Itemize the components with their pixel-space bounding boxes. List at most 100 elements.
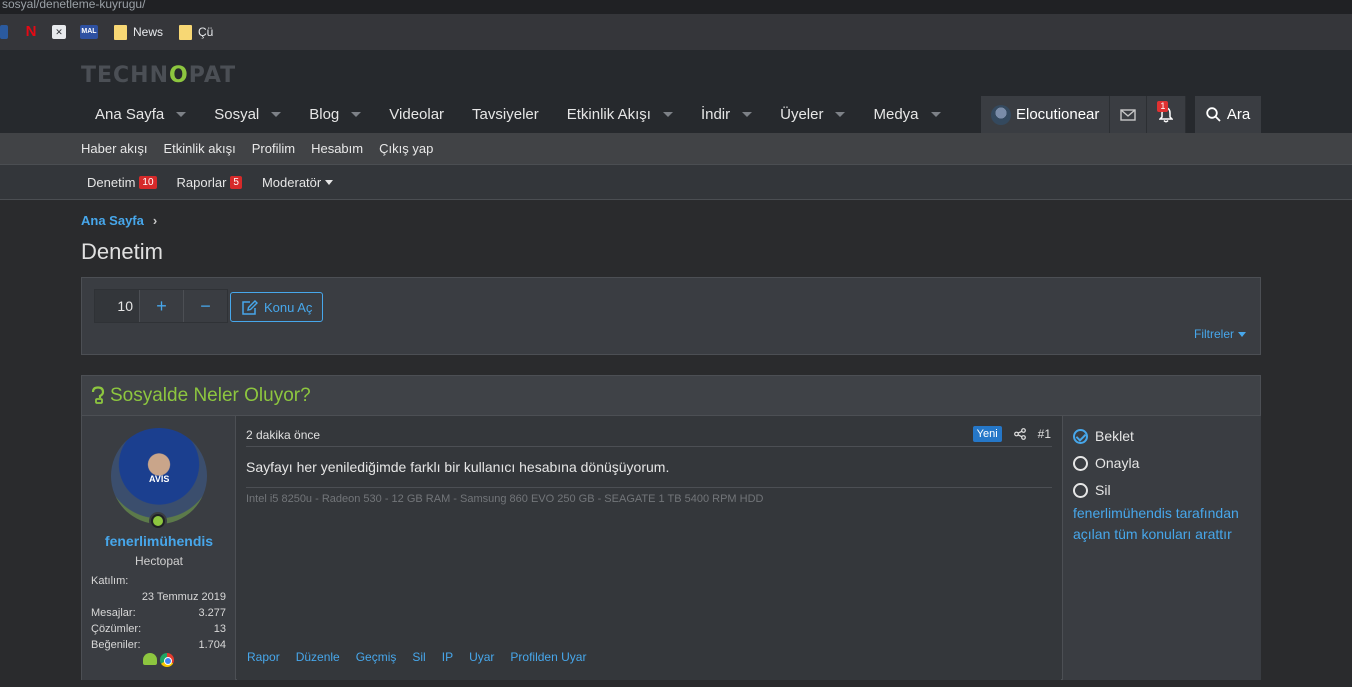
caret-down-icon[interactable] xyxy=(742,112,753,117)
moderation-panel: Beklet Onayla Sil fenerlimühendis tarafı… xyxy=(1062,416,1261,680)
avatar xyxy=(991,104,1011,125)
post-date[interactable]: 2 dakika önce xyxy=(246,428,320,442)
breadcrumb-home[interactable]: Ana Sayfa xyxy=(81,213,144,228)
inbox-button[interactable] xyxy=(1110,96,1148,133)
nav-blog[interactable]: Blog xyxy=(295,96,375,133)
nav-tavsiyeler[interactable]: Tavsiyeler xyxy=(458,96,553,133)
mod-raporlar[interactable]: Raporlar 5 xyxy=(177,175,242,190)
filters-toggle[interactable]: Filtreler xyxy=(1194,327,1246,341)
alerts-button[interactable]: 1 xyxy=(1147,96,1187,133)
chevron-right-icon: › xyxy=(152,213,158,228)
count-badge: 10 xyxy=(139,175,157,189)
post-main: 2 dakika önce Yeni #1 Sayfayı her yenile… xyxy=(237,416,1061,680)
stat-label: Beğeniler: xyxy=(91,639,141,651)
divider xyxy=(246,446,1052,447)
new-thread-button[interactable]: Konu Aç xyxy=(230,292,324,322)
folder-icon xyxy=(179,24,193,40)
post-username[interactable]: fenerlimühendis xyxy=(82,533,236,549)
action-uyar[interactable]: Uyar xyxy=(469,650,494,664)
divider xyxy=(246,487,1052,488)
subnav-cikis-yap[interactable]: Çıkış yap xyxy=(379,141,433,156)
action-gecmis[interactable]: Geçmiş xyxy=(356,650,397,664)
caret-down-icon[interactable] xyxy=(930,112,941,117)
radio-sil[interactable]: Sil xyxy=(1073,482,1111,498)
nav-medya[interactable]: Medya xyxy=(859,96,954,133)
user-box: Elocutionear 1 xyxy=(981,96,1187,133)
nav-sosyal[interactable]: Sosyal xyxy=(200,96,295,133)
bookmarks-bar: N ✕ MAL News Çü xyxy=(0,14,1352,50)
caret-down-icon[interactable] xyxy=(835,112,846,117)
nav-etkinlik-akisi[interactable]: Etkinlik Akışı xyxy=(553,96,687,133)
search-icon xyxy=(1206,107,1221,122)
bookmark-cu[interactable]: Çü xyxy=(179,24,213,40)
mod-moderator[interactable]: Moderatör xyxy=(262,175,334,190)
main-nav: Ana Sayfa Sosyal Blog Videolar Tavsiyele… xyxy=(81,96,955,133)
bookmark-mal[interactable]: MAL xyxy=(80,25,98,39)
caret-down-icon[interactable] xyxy=(176,112,187,117)
mod-denetim[interactable]: Denetim 10 xyxy=(87,175,157,190)
address-bar[interactable]: sosyal/denetleme-kuyrugu/ xyxy=(0,0,1352,14)
question-icon xyxy=(91,386,105,404)
share-icon[interactable] xyxy=(1013,428,1026,440)
caret-down-icon[interactable] xyxy=(662,112,673,117)
app-icon xyxy=(0,25,8,39)
action-rapor[interactable]: Rapor xyxy=(247,650,280,664)
devices xyxy=(143,653,174,667)
netflix-icon: N xyxy=(25,23,37,40)
chrome-icon xyxy=(160,653,174,667)
action-sil[interactable]: Sil xyxy=(412,650,425,664)
subnav-profilim[interactable]: Profilim xyxy=(252,141,295,156)
nav-uyeler[interactable]: Üyeler xyxy=(766,96,859,133)
new-thread-label: Konu Aç xyxy=(264,299,313,315)
nav-ana-sayfa[interactable]: Ana Sayfa xyxy=(81,96,200,133)
thread-header: Sosyalde Neler Oluyor? xyxy=(82,376,1260,416)
online-status-icon xyxy=(149,512,167,530)
signature: Intel i5 8250u - Radeon 530 - 12 GB RAM … xyxy=(246,493,764,505)
user-menu[interactable]: Elocutionear xyxy=(981,96,1111,133)
logo-text: PAT xyxy=(188,63,237,88)
caret-down-icon xyxy=(1238,331,1246,337)
caret-down-icon[interactable] xyxy=(351,112,362,117)
folder-icon xyxy=(114,24,127,40)
action-ip[interactable]: IP xyxy=(442,650,453,664)
breadcrumb: Ana Sayfa › xyxy=(81,213,157,228)
bookmark-app[interactable]: ✕ xyxy=(52,25,66,39)
moderator-bar: Denetim 10 Raporlar 5 Moderatör xyxy=(0,164,1352,200)
radio-icon[interactable] xyxy=(1073,482,1088,498)
subnav-hesabim[interactable]: Hesabım xyxy=(311,141,363,156)
post-number[interactable]: #1 xyxy=(1038,427,1051,441)
logo-power-icon: O xyxy=(169,63,189,88)
bookmark-news[interactable]: News xyxy=(114,24,164,40)
radio-onayla[interactable]: Onayla xyxy=(1073,455,1139,471)
caret-down-icon xyxy=(325,179,334,185)
avatar[interactable]: AVIS xyxy=(111,428,207,524)
radio-checked-icon[interactable] xyxy=(1073,428,1088,444)
stepper-value[interactable]: 10 xyxy=(95,290,139,322)
stepper-minus-button[interactable]: − xyxy=(183,290,227,322)
bookmark-1[interactable] xyxy=(0,25,8,39)
stat-value: 23 Temmuz 2019 xyxy=(141,591,226,603)
search-button[interactable]: Ara xyxy=(1195,96,1261,133)
bookmark-label: News xyxy=(133,25,164,39)
stat-value: 13 xyxy=(213,623,226,635)
thread-title[interactable]: Sosyalde Neler Oluyor? xyxy=(110,385,311,407)
subnav-etkinlik-akisi[interactable]: Etkinlik akışı xyxy=(163,141,235,156)
stepper-plus-button[interactable]: + xyxy=(139,290,183,322)
action-profilden-uyar[interactable]: Profilden Uyar xyxy=(510,650,586,664)
subnav-haber-akisi[interactable]: Haber akışı xyxy=(81,141,147,156)
radio-icon[interactable] xyxy=(1073,455,1088,471)
radio-beklet[interactable]: Beklet xyxy=(1073,428,1134,444)
caret-down-icon[interactable] xyxy=(271,112,282,117)
thread-block: Sosyalde Neler Oluyor? AVIS fenerlimühen… xyxy=(81,375,1261,680)
edit-icon xyxy=(242,299,258,315)
action-duzenle[interactable]: Düzenle xyxy=(296,650,340,664)
site-logo[interactable]: TECHNOPAT xyxy=(81,63,236,88)
user-title: Hectopat xyxy=(134,554,184,568)
nav-indir[interactable]: İndir xyxy=(687,96,766,133)
bookmark-netflix[interactable]: N xyxy=(24,23,38,40)
post-meta: Yeni #1 xyxy=(972,426,1051,442)
search-user-threads-link[interactable]: fenerlimühendis tarafından açılan tüm ko… xyxy=(1073,503,1258,545)
nav-videolar[interactable]: Videolar xyxy=(375,96,458,133)
stat-label: Katılım: xyxy=(91,575,129,587)
user-panel: AVIS fenerlimühendis Hectopat Katılım: 2… xyxy=(82,416,236,680)
